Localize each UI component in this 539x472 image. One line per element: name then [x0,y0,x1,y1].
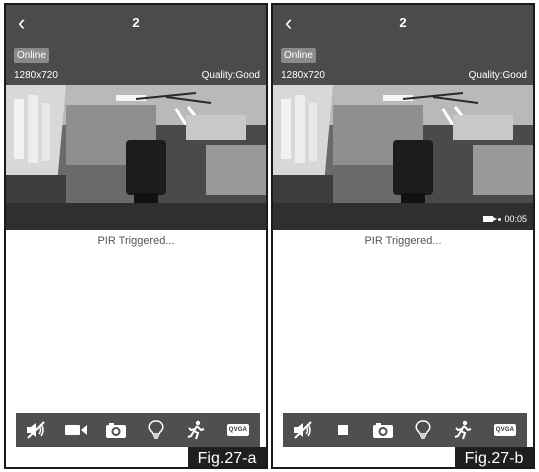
snapshot-icon[interactable] [101,416,131,444]
stream-info-bar: Online 1280x720 Quality:Good [6,43,266,85]
resolution-text: 1280x720 [281,70,325,81]
figure-label: Fig.27-a [188,447,266,467]
pir-triggered-message: PIR Triggered... [364,235,442,247]
stop-icon[interactable] [328,416,358,444]
qvga-label: QVGA [493,424,517,436]
title-bar: ‹ 2 [273,5,533,43]
quality-text: Quality:Good [468,70,527,81]
qvga-icon[interactable]: QVGA [488,416,522,444]
mute-icon[interactable] [21,416,51,444]
recording-dot-icon [498,217,502,221]
recording-indicator: 00:05 [483,214,527,224]
live-video-view[interactable]: 00:05 [273,85,533,230]
mute-icon[interactable] [288,416,318,444]
camera-title: 2 [399,15,407,30]
stream-info-bar: Online 1280x720 Quality:Good [273,43,533,85]
qvga-icon[interactable]: QVGA [221,416,255,444]
online-status-badge: Online [14,48,49,63]
phone-screen-b: ‹ 2 Online 1280x720 Quality:Good 00:05 P… [271,3,535,469]
live-video-view[interactable] [6,85,266,230]
recording-time: 00:05 [504,214,527,224]
recording-camera-icon [483,216,498,222]
control-toolbar: QVGA [16,413,260,447]
figure-label: Fig.27-b [455,447,533,467]
snapshot-icon[interactable] [368,416,398,444]
online-status-badge: Online [281,48,316,63]
camera-title: 2 [132,15,140,30]
motion-person-icon[interactable] [448,416,478,444]
light-bulb-icon[interactable] [141,416,171,444]
office-camera-image [273,85,533,230]
phone-screen-a: ‹ 2 Online 1280x720 Quality:Good PIR Tri… [4,3,268,469]
office-camera-image [6,85,266,230]
record-video-icon[interactable] [61,416,91,444]
resolution-text: 1280x720 [14,70,58,81]
light-bulb-icon[interactable] [408,416,438,444]
pir-triggered-message: PIR Triggered... [97,235,175,247]
title-bar: ‹ 2 [6,5,266,43]
motion-person-icon[interactable] [181,416,211,444]
qvga-label: QVGA [226,424,250,436]
control-toolbar: QVGA [283,413,527,447]
quality-text: Quality:Good [201,70,260,81]
